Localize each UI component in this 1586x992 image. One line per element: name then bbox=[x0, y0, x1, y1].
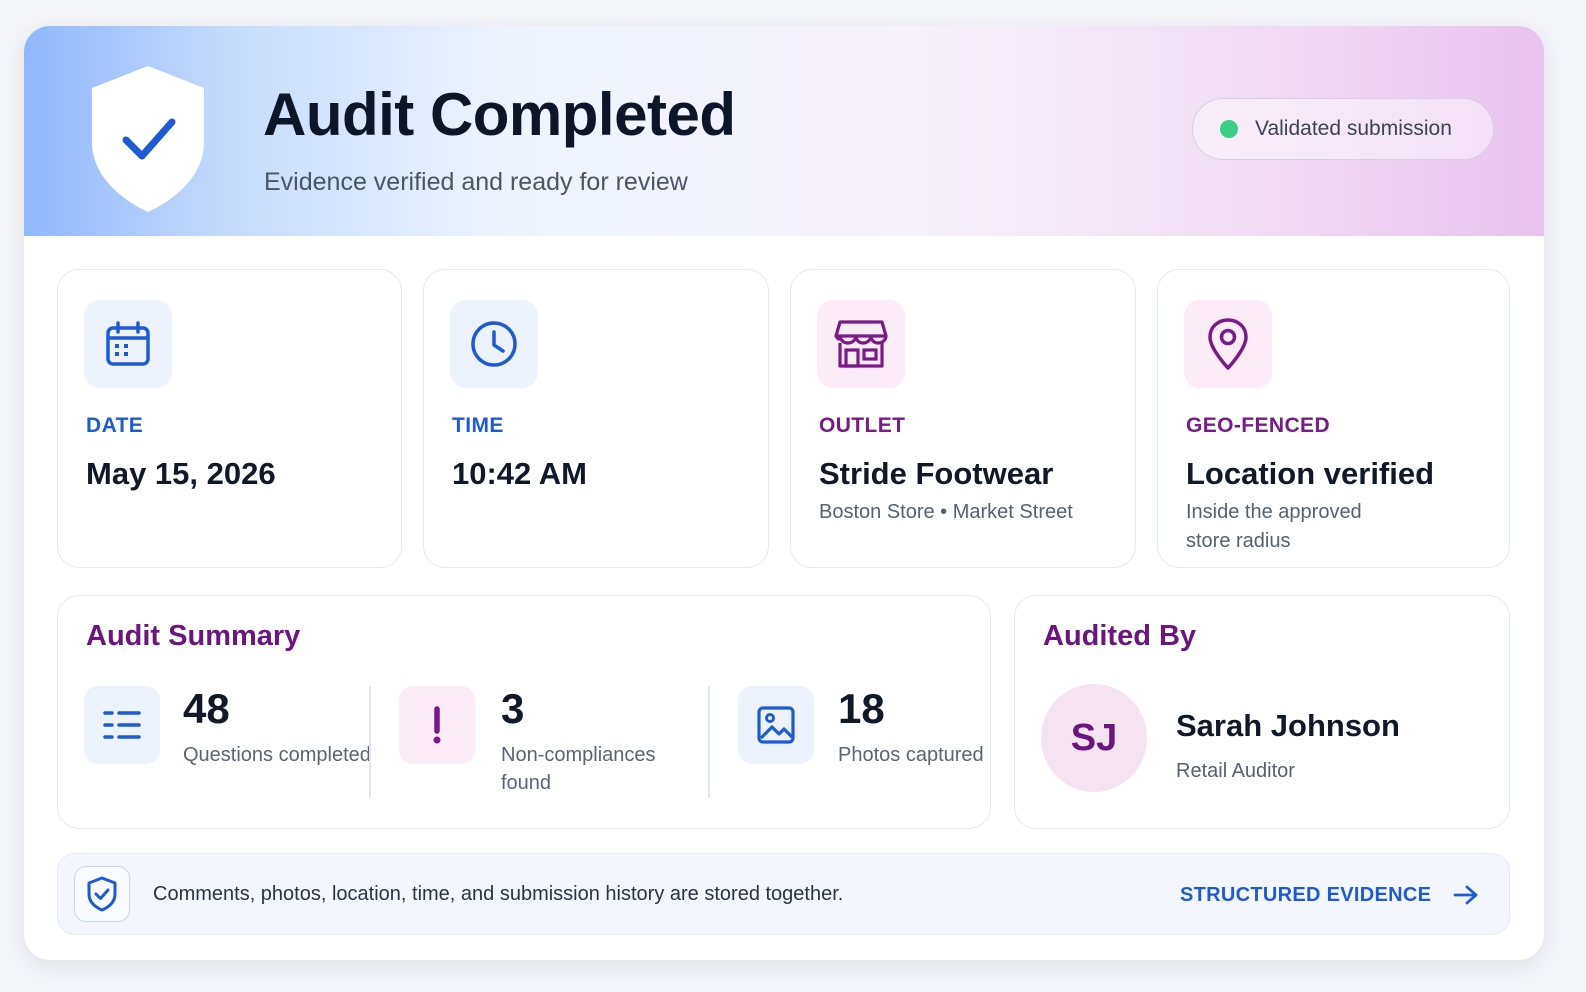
time-value: 10:42 AM bbox=[452, 456, 587, 491]
auditor-name: Sarah Johnson bbox=[1176, 708, 1400, 743]
noncompliance-label: Non-compliances found bbox=[501, 744, 656, 794]
footer-shield-tile bbox=[74, 866, 130, 922]
outlet-icon-tile bbox=[817, 300, 905, 388]
calendar-icon bbox=[106, 321, 150, 366]
outlet-label: OUTLET bbox=[819, 414, 906, 437]
shield-check-icon bbox=[92, 66, 204, 212]
image-icon bbox=[757, 706, 795, 744]
clock-icon bbox=[471, 321, 517, 367]
footer-description: Comments, photos, location, time, and su… bbox=[153, 883, 844, 905]
map-pin-icon bbox=[1208, 318, 1248, 370]
checklist-icon bbox=[103, 711, 141, 739]
arrow-right-icon bbox=[1453, 885, 1478, 905]
audit-completed-card: Audit Completed Evidence verified and re… bbox=[24, 26, 1544, 960]
geofence-detail: Inside the approved store radius bbox=[1186, 501, 1362, 552]
date-value: May 15, 2026 bbox=[86, 456, 276, 491]
photos-count: 18 bbox=[838, 685, 885, 732]
time-icon-tile bbox=[450, 300, 538, 388]
status-badge-label: Validated submission bbox=[1255, 117, 1452, 140]
page-title: Audit Completed bbox=[263, 81, 736, 148]
photos-label: Photos captured bbox=[838, 744, 984, 766]
auditor-role: Retail Auditor bbox=[1176, 760, 1295, 782]
stat-divider bbox=[369, 686, 371, 798]
noncompliance-count: 3 bbox=[501, 685, 525, 732]
outlet-location: Boston Store • Market Street bbox=[819, 501, 1073, 523]
date-icon-tile bbox=[84, 300, 172, 388]
audit-summary-card: Audit Summary 48 Questions completed 3 N… bbox=[57, 595, 991, 829]
page-subtitle: Evidence verified and ready for review bbox=[264, 168, 688, 196]
shield-check-icon bbox=[87, 876, 117, 912]
noncompliance-icon-tile bbox=[399, 686, 475, 764]
stat-divider bbox=[708, 686, 710, 798]
questions-label: Questions completed bbox=[183, 744, 371, 766]
structured-evidence-link[interactable]: STRUCTURED EVIDENCE bbox=[1180, 880, 1479, 910]
storefront-icon bbox=[834, 320, 888, 368]
evidence-footer: Comments, photos, location, time, and su… bbox=[57, 853, 1510, 935]
hero-header: Audit Completed Evidence verified and re… bbox=[24, 26, 1544, 236]
questions-icon-tile bbox=[84, 686, 160, 764]
avatar: SJ bbox=[1041, 684, 1147, 792]
validated-status-badge: Validated submission bbox=[1192, 98, 1494, 160]
status-dot-icon bbox=[1220, 120, 1238, 138]
time-label: TIME bbox=[452, 414, 504, 437]
audited-by-title: Audited By bbox=[1043, 620, 1197, 652]
structured-evidence-label: STRUCTURED EVIDENCE bbox=[1180, 883, 1432, 906]
audited-by-card: Audited By SJ Sarah Johnson Retail Audit… bbox=[1014, 595, 1510, 829]
time-card: TIME 10:42 AM bbox=[423, 269, 769, 568]
audit-summary-title: Audit Summary bbox=[86, 620, 301, 652]
alert-icon bbox=[433, 706, 441, 744]
outlet-name: Stride Footwear bbox=[819, 456, 1054, 491]
geofence-icon-tile bbox=[1184, 300, 1272, 388]
geofence-value: Location verified bbox=[1186, 456, 1435, 491]
date-label: DATE bbox=[86, 414, 144, 437]
photos-icon-tile bbox=[738, 686, 814, 764]
geofence-card: GEO-FENCED Location verified Inside the … bbox=[1157, 269, 1510, 568]
date-card: DATE May 15, 2026 bbox=[57, 269, 402, 568]
outlet-card: OUTLET Stride Footwear Boston Store • Ma… bbox=[790, 269, 1136, 568]
geofence-label: GEO-FENCED bbox=[1186, 414, 1331, 437]
questions-count: 48 bbox=[183, 685, 230, 732]
